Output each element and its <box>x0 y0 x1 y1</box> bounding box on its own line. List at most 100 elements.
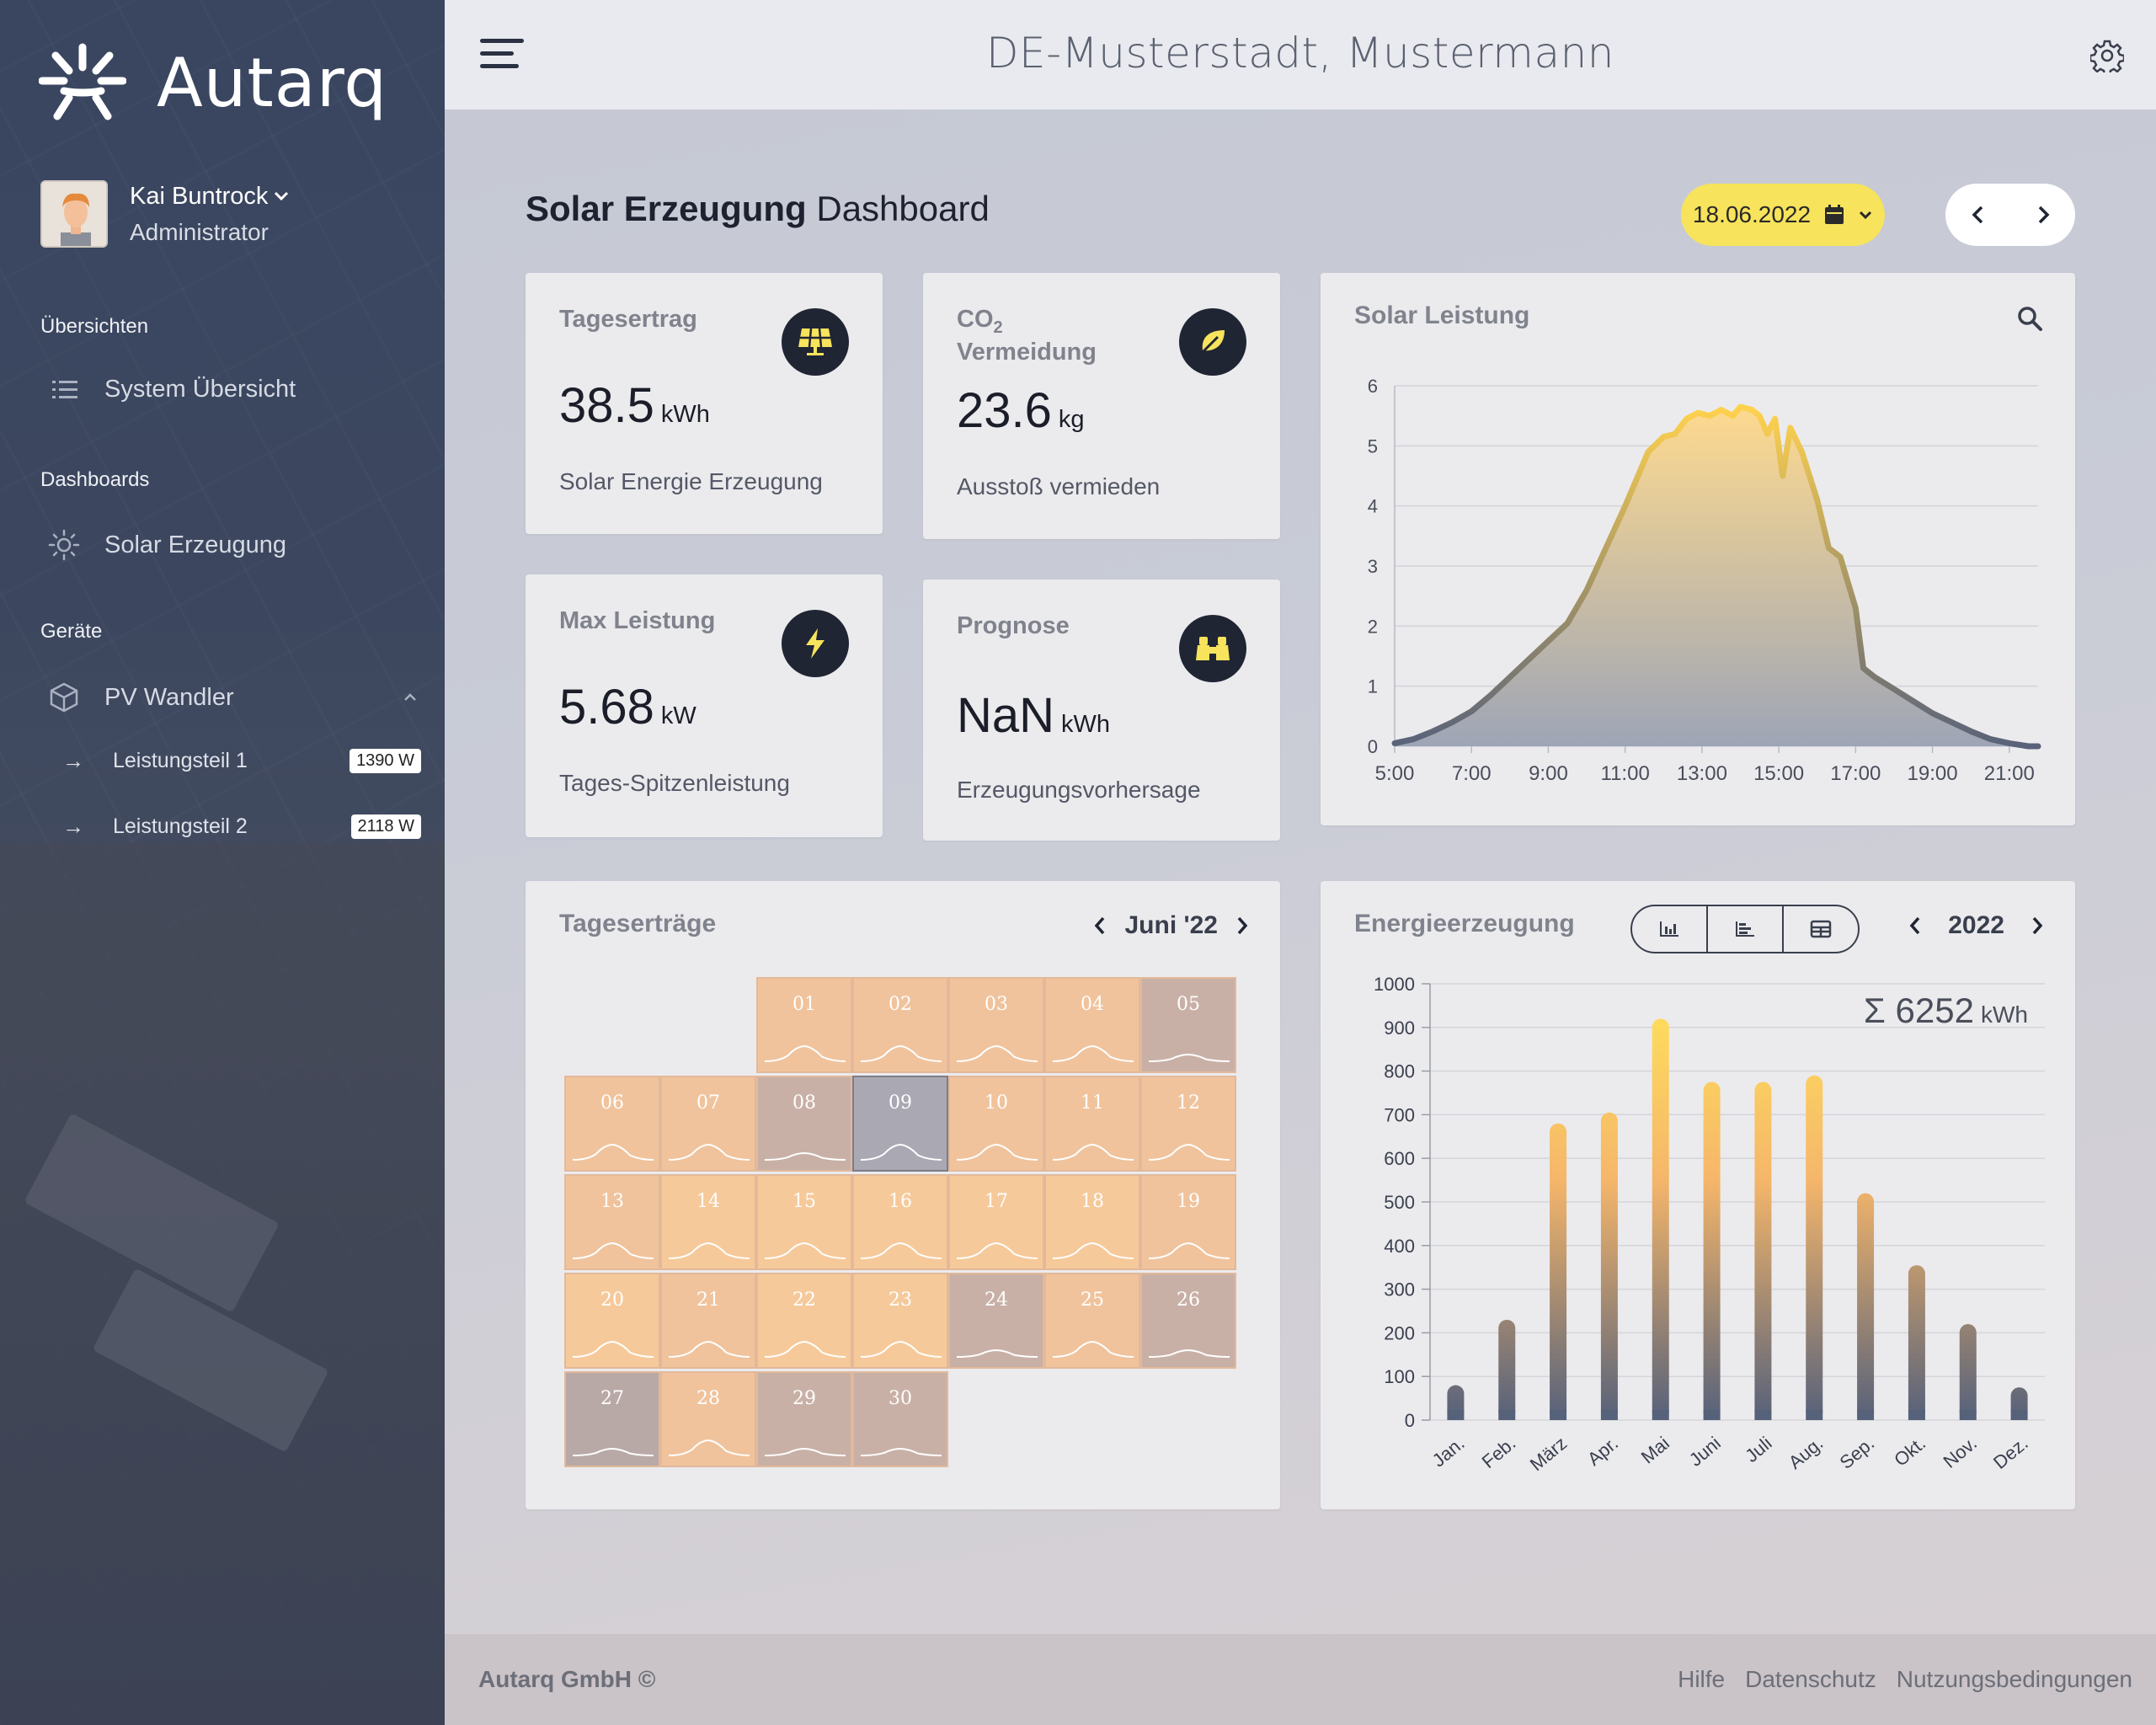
calendar-day[interactable]: 19 <box>1140 1174 1236 1270</box>
calendar-day[interactable]: 07 <box>660 1076 756 1172</box>
day-sparkline <box>572 1340 654 1358</box>
main-content: Solar Erzeugung Dashboard 18.06.2022 Tag… <box>445 109 2156 1634</box>
calendar-day[interactable]: 10 <box>948 1076 1044 1172</box>
selected-date: 18.06.2022 <box>1692 201 1812 227</box>
bar <box>1959 1324 1977 1420</box>
footer-link-hilfe[interactable]: Hilfe <box>1678 1666 1725 1693</box>
calendar-day[interactable]: 20 <box>564 1273 660 1369</box>
day-sparkline <box>668 1340 750 1358</box>
calendar-day[interactable]: 27 <box>564 1371 660 1467</box>
sidebar-item-pv-wandler[interactable]: PV Wandler <box>47 681 418 714</box>
calendar-day[interactable]: 06 <box>564 1076 660 1172</box>
calendar-day[interactable]: 01 <box>756 977 852 1073</box>
calendar-day[interactable]: 24 <box>948 1273 1044 1369</box>
bar-base <box>1652 1410 1669 1420</box>
calendar-day[interactable]: 23 <box>852 1273 948 1369</box>
bar <box>1703 1081 1721 1420</box>
day-sparkline <box>572 1143 654 1161</box>
calendar-day[interactable]: 29 <box>756 1371 852 1467</box>
calendar-day-number: 14 <box>696 1191 720 1212</box>
kpi-label-main: CO <box>957 306 994 333</box>
bar-base <box>1754 1410 1772 1420</box>
date-picker-button[interactable]: 18.06.2022 <box>1681 184 1885 246</box>
calendar-day[interactable]: 25 <box>1044 1273 1140 1369</box>
kpi-label: Tagesertrag <box>559 306 697 333</box>
calendar-day-number: 20 <box>600 1290 624 1311</box>
footer-link-nutzungsbedingungen[interactable]: Nutzungsbedingungen <box>1897 1666 2132 1693</box>
calendar-day[interactable]: 30 <box>852 1371 948 1467</box>
user-menu[interactable]: Kai Buntrock Administrator <box>40 180 290 248</box>
calendar-day[interactable]: 02 <box>852 977 948 1073</box>
x-tick-label: Apr. <box>1583 1433 1622 1470</box>
sidebar-subitem-leistungsteil-2[interactable]: → Leistungsteil 2 2118 W <box>62 814 421 840</box>
calendar-day[interactable]: 16 <box>852 1174 948 1270</box>
calendar-day-number: 10 <box>985 1092 1008 1114</box>
y-tick-label: 4 <box>1368 496 1378 517</box>
day-sparkline <box>860 1143 942 1161</box>
calendar-day-number: 11 <box>1081 1092 1104 1114</box>
x-tick-label: 21:00 <box>1984 762 2035 785</box>
bar-base <box>1959 1410 1977 1420</box>
calendar-day-number: 19 <box>1177 1191 1200 1212</box>
kpi-value: 5.68 <box>559 680 654 734</box>
calendar-day[interactable]: 13 <box>564 1174 660 1270</box>
kpi-label: Prognose <box>957 612 1070 639</box>
calendar-day[interactable]: 21 <box>660 1273 756 1369</box>
calendar-day[interactable]: 26 <box>1140 1273 1236 1369</box>
kpi-label-line2: Vermeidung <box>957 338 1097 366</box>
brand-logo[interactable]: Autarq <box>39 42 387 123</box>
y-tick-label: 800 <box>1384 1061 1415 1082</box>
sidebar-subitem-leistungsteil-1[interactable]: → Leistungsteil 1 1390 W <box>62 748 421 774</box>
calendar-title: Tageserträge <box>559 910 717 937</box>
day-sparkline <box>1148 1348 1230 1358</box>
calendar-day[interactable]: 15 <box>756 1174 852 1270</box>
x-tick-label: Sep. <box>1836 1433 1879 1473</box>
calendar-day-number: 21 <box>696 1290 720 1311</box>
x-tick-label: Feb. <box>1478 1433 1520 1472</box>
calendar-day[interactable]: 22 <box>756 1273 852 1369</box>
sidebar-item-solar-erzeugung[interactable]: Solar Erzeugung <box>47 528 286 562</box>
chevron-up-icon[interactable] <box>403 692 418 702</box>
section-title-dashboards: Dashboards <box>40 468 150 491</box>
sun-icon <box>48 529 80 561</box>
x-tick-label: 13:00 <box>1677 762 1727 785</box>
chevron-right-icon[interactable] <box>1235 915 1250 937</box>
calendar-day[interactable]: 03 <box>948 977 1044 1073</box>
day-sparkline <box>1052 1143 1134 1161</box>
x-tick-label: 17:00 <box>1830 762 1881 785</box>
chevron-left-icon[interactable] <box>1092 915 1107 937</box>
calendar-day[interactable]: 08 <box>756 1076 852 1172</box>
chevron-left-icon[interactable] <box>1969 203 1988 227</box>
day-sparkline <box>764 1151 846 1161</box>
calendar-day-number: 04 <box>1081 994 1104 1015</box>
calendar-day[interactable]: 28 <box>660 1371 756 1467</box>
calendar-day-number: 08 <box>792 1092 816 1114</box>
calendar-day[interactable]: 05 <box>1140 977 1236 1073</box>
calendar-day[interactable]: 04 <box>1044 977 1140 1073</box>
kpi-unit: kg <box>1058 406 1085 433</box>
footer-link-datenschutz[interactable]: Datenschutz <box>1745 1666 1876 1693</box>
energieerzeugung-chart: 0 100 200 300 400 500 600 700 800 900 1000 Jan. Feb.… <box>1374 974 2045 1475</box>
bar-base <box>1908 1410 1925 1420</box>
day-sparkline <box>1148 1242 1230 1259</box>
bar <box>1857 1193 1875 1420</box>
calendar-day-number: 05 <box>1177 994 1200 1015</box>
x-tick-label: 9:00 <box>1529 762 1568 785</box>
calendar-day[interactable]: 11 <box>1044 1076 1140 1172</box>
calendar-day[interactable]: 09 <box>852 1076 948 1172</box>
chevron-right-icon[interactable] <box>2034 203 2052 227</box>
day-sparkline <box>860 1242 942 1259</box>
sidebar-item-system-uebersicht[interactable]: System Übersicht <box>47 376 296 403</box>
calendar-day[interactable]: 14 <box>660 1174 756 1270</box>
calendar-day[interactable]: 18 <box>1044 1174 1140 1270</box>
day-sparkline <box>764 1044 846 1062</box>
arrow-right-icon: → <box>62 814 84 839</box>
month-nav: Juni '22 <box>1092 911 1250 940</box>
calendar-day[interactable]: 12 <box>1140 1076 1236 1172</box>
x-tick-label: Juni <box>1685 1433 1725 1471</box>
sun-logo-icon <box>39 43 126 120</box>
day-sparkline <box>764 1340 846 1358</box>
gear-icon[interactable] <box>2090 39 2124 72</box>
bar <box>1550 1123 1567 1420</box>
calendar-day[interactable]: 17 <box>948 1174 1044 1270</box>
